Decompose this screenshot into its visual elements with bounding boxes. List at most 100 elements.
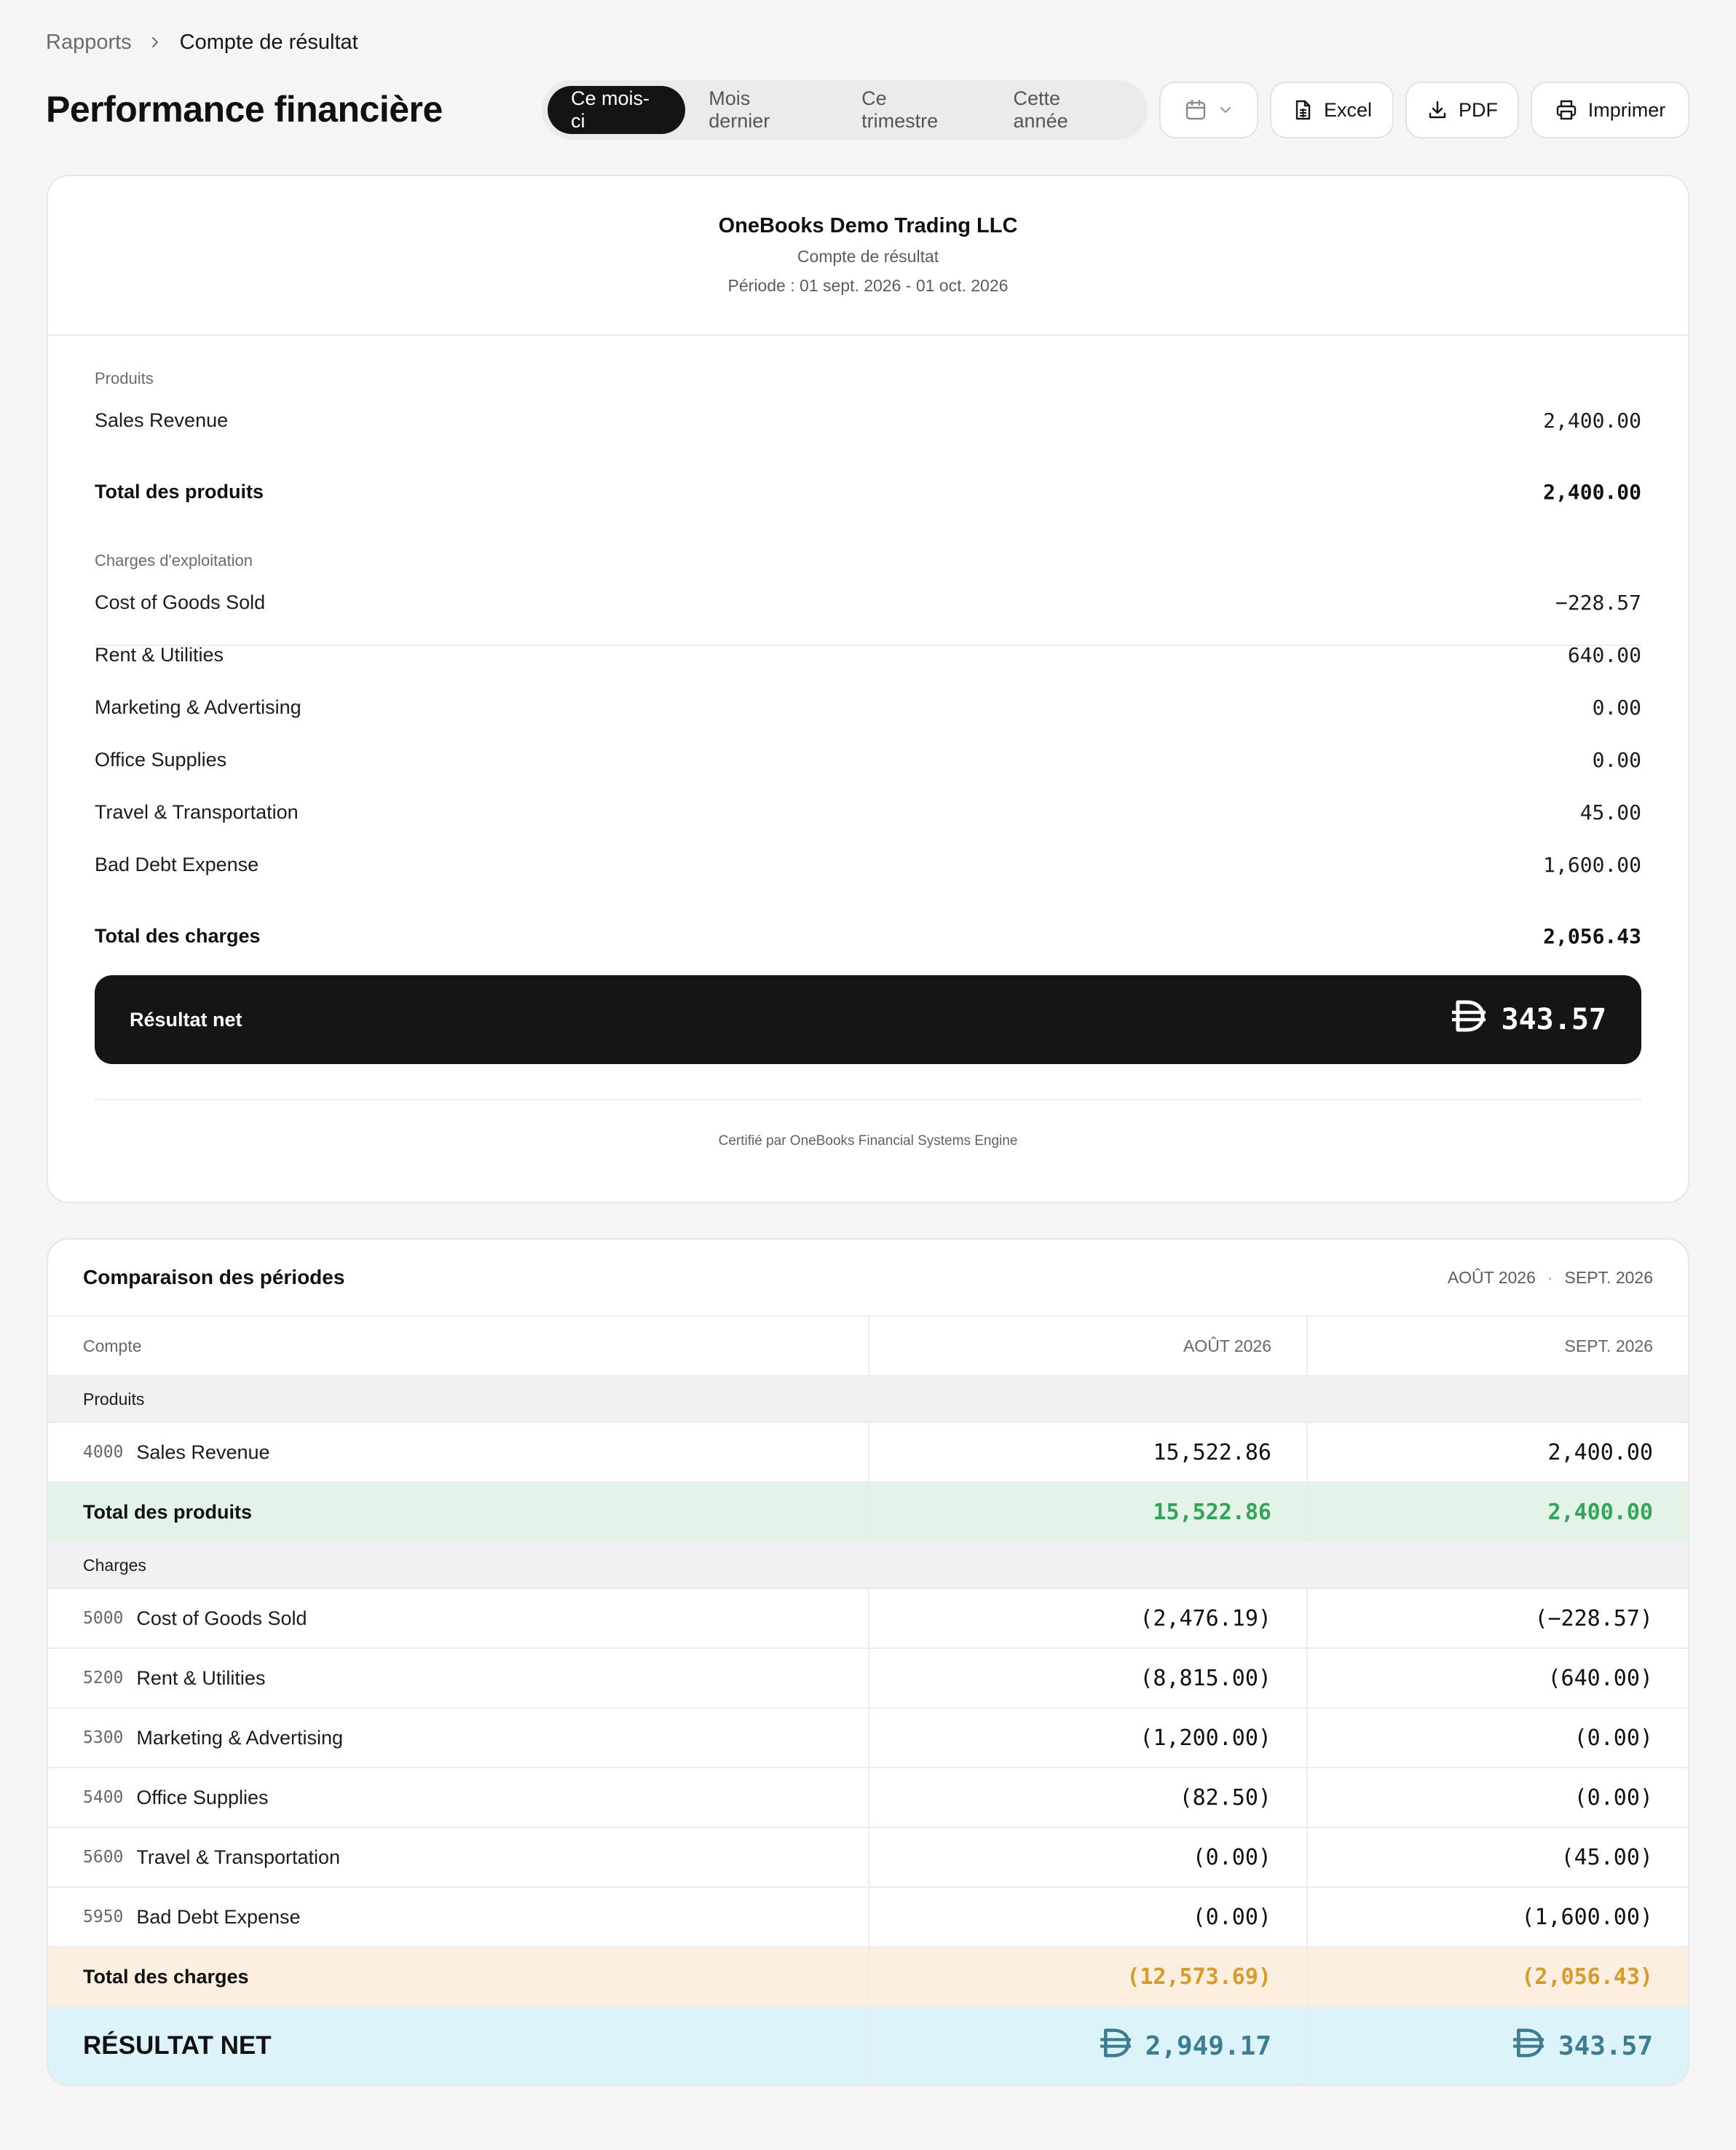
account-cell: 5600 Travel & Transportation (48, 1828, 869, 1886)
table-row: 5600 Travel & Transportation (0.00) (45.0… (48, 1828, 1688, 1888)
total-expenses-period-a: (12,573.69) (869, 1948, 1308, 2006)
account-name: Sales Revenue (136, 1441, 270, 1463)
period-b-value: 2,400.00 (1547, 1439, 1654, 1465)
account-code: 5300 (83, 1728, 124, 1747)
period-b-value: (45.00) (1561, 1844, 1653, 1870)
pdf-label: PDF (1459, 98, 1498, 121)
period-a-label: AOÛT 2026 (1447, 1267, 1536, 1287)
expense-line: Rent & Utilities 640.00 (95, 637, 1641, 672)
period-a-value: (82.50) (869, 1768, 1308, 1827)
dirham-currency-icon (1451, 999, 1487, 1040)
print-button[interactable]: Imprimer (1531, 82, 1689, 138)
table-row: 5950 Bad Debt Expense (0.00) (1,600.00) (48, 1888, 1688, 1948)
group-label: Produits (83, 1389, 145, 1409)
account-name: Office Supplies (136, 1786, 269, 1808)
account-name: Travel & Transportation (136, 1846, 341, 1868)
table-row: 5000 Cost of Goods Sold (2,476.19) (−228.… (48, 1589, 1688, 1649)
excel-label: Excel (1323, 98, 1373, 121)
account-cell: 5950 Bad Debt Expense (48, 1888, 869, 1946)
period-b-value: (0.00) (1574, 1725, 1653, 1751)
column-header-account: Compte (48, 1317, 869, 1375)
net-result-period-b: 343.57 (1308, 2007, 1688, 2084)
net-result-label: RÉSULTAT NET (48, 2007, 869, 2084)
account-cell: 4000 Sales Revenue (48, 1423, 869, 1481)
period-tab-last-month[interactable]: Mois dernier (685, 86, 838, 134)
account-code: 5000 (83, 1609, 124, 1628)
table-row: 5300 Marketing & Advertising (1,200.00) (… (48, 1709, 1688, 1768)
printer-icon (1555, 98, 1578, 122)
account-name: Marketing & Advertising (136, 1726, 344, 1749)
dirham-currency-icon (1512, 2028, 1545, 2065)
period-a-value: (0.00) (869, 1828, 1308, 1886)
export-pdf-button[interactable]: PDF (1405, 82, 1519, 138)
expense-line: Cost of Goods Sold −228.57 (95, 585, 1641, 620)
account-amount: 2,400.00 (1543, 408, 1641, 433)
account-amount: −228.57 (1555, 590, 1641, 615)
calendar-icon (1184, 98, 1207, 122)
account-name: Cost of Goods Sold (95, 591, 266, 613)
table-row: 4000 Sales Revenue 15,522.86 2,400.00 (48, 1423, 1688, 1483)
period-a-value: (0.00) (869, 1888, 1308, 1946)
total-income-period-a: 15,522.86 (869, 1483, 1308, 1541)
account-name: Rent & Utilities (136, 1666, 266, 1689)
expense-line: Office Supplies 0.00 (95, 742, 1641, 777)
table-row: 5400 Office Supplies (82.50) (0.00) (48, 1768, 1688, 1828)
column-header-period-b: SEPT. 2026 (1564, 1336, 1653, 1355)
report-type: Compte de résultat (797, 247, 939, 266)
comparison-title: Comparaison des périodes (83, 1266, 345, 1288)
income-statement-page: Rapports Compte de résultat Performance … (0, 0, 1736, 2150)
total-expenses-label: Total des charges (95, 924, 261, 947)
account-name: Travel & Transportation (95, 800, 299, 823)
period-b-value: (−228.57) (1534, 1605, 1653, 1631)
net-result-amount: 343.57 (1558, 2031, 1653, 2061)
account-amount: 0.00 (1592, 747, 1641, 772)
group-row-expenses: Charges (48, 1543, 1688, 1589)
period-tab-this-month[interactable]: Ce mois-ci (548, 86, 686, 134)
account-cell: 5000 Cost of Goods Sold (48, 1589, 869, 1647)
account-cell: 5300 Marketing & Advertising (48, 1709, 869, 1767)
account-name: Rent & Utilities (95, 643, 224, 666)
dirham-currency-icon (1099, 2028, 1132, 2065)
account-name: Sales Revenue (95, 409, 229, 431)
report-period: Période : 01 sept. 2026 - 01 oct. 2026 (727, 276, 1009, 295)
account-name: Bad Debt Expense (95, 853, 259, 875)
total-income-label: Total des produits (48, 1483, 869, 1541)
page-title: Performance financière (46, 89, 443, 130)
period-a-value: 15,522.86 (869, 1423, 1308, 1481)
chevron-right-icon (141, 28, 170, 57)
account-amount: 0.00 (1592, 695, 1641, 720)
total-expenses-period-b: (2,056.43) (1521, 1964, 1653, 1990)
period-comparison-card: Comparaison des périodes AOÛT 2026 · SEP… (47, 1238, 1689, 2086)
net-result-amount: 2,949.17 (1145, 2031, 1271, 2061)
export-excel-button[interactable]: Excel (1270, 82, 1394, 138)
download-icon (1427, 99, 1448, 121)
divider (95, 1099, 1641, 1100)
total-expenses-label: Total des charges (48, 1948, 869, 2006)
period-tab-this-quarter[interactable]: Ce trimestre (838, 86, 990, 134)
certification-note: Certifié par OneBooks Financial Systems … (718, 1133, 1018, 1149)
account-code: 5200 (83, 1669, 124, 1688)
income-statement-card: OneBooks Demo Trading LLC Compte de résu… (47, 175, 1689, 1203)
account-name: Bad Debt Expense (136, 1905, 301, 1928)
period-b-value: (640.00) (1547, 1665, 1654, 1691)
account-amount: 45.00 (1579, 800, 1641, 824)
company-name: OneBooks Demo Trading LLC (718, 214, 1018, 237)
group-row-income: Produits (48, 1377, 1688, 1423)
period-a-value: (8,815.00) (869, 1649, 1308, 1707)
account-cell: 5200 Rent & Utilities (48, 1649, 869, 1707)
print-label: Imprimer (1587, 98, 1666, 121)
account-code: 5400 (83, 1788, 124, 1807)
date-picker-button[interactable] (1159, 82, 1258, 138)
period-tab-this-year[interactable]: Cette année (990, 86, 1142, 134)
account-name: Marketing & Advertising (95, 696, 301, 718)
income-line: Sales Revenue 2,400.00 (95, 403, 1641, 438)
period-selector: Ce mois-ci Mois dernier Ce trimestre Cet… (542, 80, 1148, 140)
net-result-row: RÉSULTAT NET 2,949.17 343.57 (48, 2007, 1688, 2084)
total-income-label: Total des produits (95, 480, 264, 503)
column-header-period-a: AOÛT 2026 (869, 1317, 1308, 1375)
net-income-bar: Résultat net 343.57 (95, 975, 1641, 1064)
total-income-line: Total des produits 2,400.00 (95, 474, 1641, 509)
net-income-label: Résultat net (130, 1008, 242, 1031)
breadcrumb-link-reports[interactable]: Rapports (46, 28, 132, 57)
period-a-value: (2,476.19) (869, 1589, 1308, 1647)
